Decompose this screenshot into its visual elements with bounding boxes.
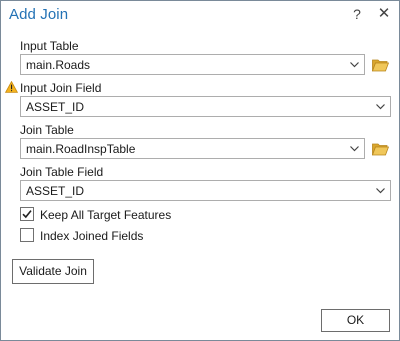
chevron-down-icon [376,104,385,110]
input-join-field-select[interactable]: ASSET_ID [20,96,391,117]
join-table-combobox[interactable]: main.RoadInspTable [20,138,365,159]
join-table-label: Join Table [20,123,74,137]
folder-icon[interactable] [372,58,389,72]
input-table-combobox[interactable]: main.Roads [20,54,365,75]
keep-all-target-features-label: Keep All Target Features [40,208,172,222]
keep-all-target-features-checkbox[interactable] [20,207,34,221]
input-table-value: main.Roads [26,58,91,72]
ok-button[interactable]: OK [321,309,390,332]
add-join-dialog: Add Join ? ✕ Input Table main.Roads Inpu… [0,0,400,341]
join-table-value: main.RoadInspTable [26,142,136,156]
dialog-title: Add Join [9,6,69,23]
close-button[interactable]: ✕ [375,4,393,24]
title-bar: Add Join ? ✕ [1,1,399,29]
folder-icon[interactable] [372,142,389,156]
checkmark-icon [22,210,32,219]
help-button[interactable]: ? [349,4,365,24]
chevron-down-icon [376,188,385,194]
join-table-field-label: Join Table Field [20,165,104,179]
validate-join-button[interactable]: Validate Join [12,259,94,284]
input-join-field-value: ASSET_ID [26,100,85,114]
join-table-field-select[interactable]: ASSET_ID [20,180,391,201]
index-joined-fields-checkbox[interactable] [20,228,34,242]
join-table-field-value: ASSET_ID [26,184,85,198]
input-join-field-label: Input Join Field [20,81,102,95]
warning-icon [5,81,18,93]
chevron-down-icon [350,62,359,68]
chevron-down-icon [350,146,359,152]
input-table-label: Input Table [20,39,79,53]
index-joined-fields-label: Index Joined Fields [40,229,144,243]
